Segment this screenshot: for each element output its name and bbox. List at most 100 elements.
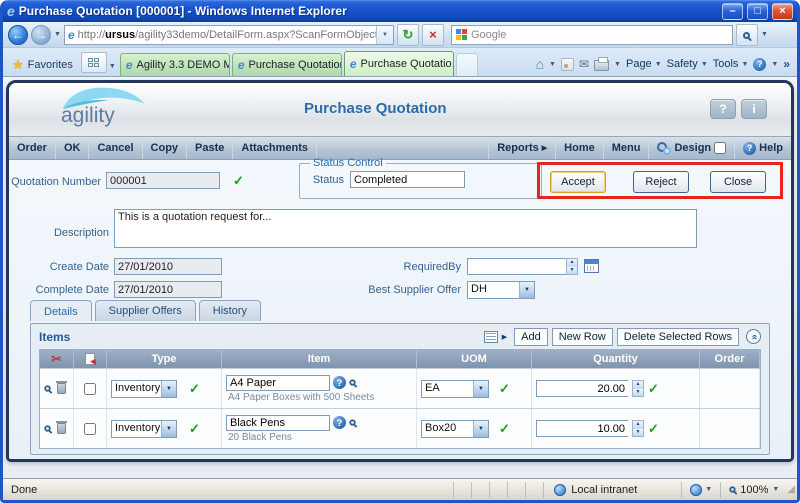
view-row-icon[interactable] bbox=[44, 385, 50, 391]
help-caret-icon[interactable]: ▼ bbox=[771, 61, 778, 68]
export-grid-icon[interactable] bbox=[484, 331, 498, 343]
delete-selected-rows-button[interactable]: Delete Selected Rows bbox=[617, 328, 739, 346]
menu-item-design[interactable]: Design bbox=[648, 137, 734, 159]
safety-menu[interactable]: Safety▼ bbox=[667, 58, 708, 70]
spin-down-icon[interactable]: ▼ bbox=[633, 429, 643, 437]
address-field[interactable]: e http://ursus/agility33demo/DetailForm.… bbox=[64, 25, 394, 45]
new-row-button[interactable]: New Row bbox=[552, 328, 613, 346]
best-supplier-offer-select[interactable]: DH ▼ bbox=[467, 281, 535, 299]
tab-details[interactable]: Details bbox=[30, 300, 92, 321]
close-button[interactable]: × bbox=[772, 3, 793, 20]
print-icon[interactable] bbox=[594, 60, 609, 71]
menu-item-order[interactable]: Order bbox=[9, 137, 56, 159]
zoom-control[interactable]: 100% ▼ bbox=[720, 482, 787, 498]
quick-tabs-button[interactable] bbox=[81, 52, 107, 73]
quantity-field[interactable] bbox=[536, 380, 628, 397]
history-caret-icon[interactable]: ▼ bbox=[54, 31, 61, 38]
create-date-field[interactable] bbox=[114, 258, 222, 275]
home-icon[interactable]: ⌂ bbox=[536, 58, 544, 70]
item-lookup-icon[interactable] bbox=[349, 379, 355, 385]
design-checkbox[interactable] bbox=[714, 142, 726, 154]
address-url[interactable]: http://ursus/agility33demo/DetailForm.as… bbox=[78, 29, 376, 41]
browser-tab-1[interactable]: e Agility 3.3 DEMO Mast... bbox=[120, 53, 230, 76]
combo-arrow-icon[interactable]: ▼ bbox=[161, 421, 176, 437]
tab-list-caret-icon[interactable]: ▼ bbox=[107, 63, 120, 76]
security-zone[interactable]: Local intranet bbox=[543, 482, 681, 498]
combo-arrow-icon[interactable]: ▼ bbox=[519, 282, 534, 298]
minimize-button[interactable]: – bbox=[722, 3, 743, 20]
item-help-icon[interactable]: ? bbox=[333, 416, 346, 429]
quotation-number-field[interactable] bbox=[106, 172, 220, 189]
search-button[interactable] bbox=[736, 24, 758, 46]
spin-down-icon[interactable]: ▼ bbox=[633, 389, 643, 397]
menu-item-reports[interactable]: Reports▶ bbox=[488, 137, 555, 159]
stop-button[interactable]: × bbox=[422, 24, 444, 46]
close-quotation-button[interactable]: Close bbox=[710, 171, 766, 193]
tools-menu[interactable]: Tools▼ bbox=[713, 58, 749, 70]
quantity-spinner[interactable]: ▲ ▼ bbox=[632, 420, 644, 437]
page-menu[interactable]: Page▼ bbox=[626, 58, 662, 70]
app-info-button[interactable]: i bbox=[741, 99, 767, 119]
menu-item-cancel[interactable]: Cancel bbox=[89, 137, 142, 159]
menu-item-ok[interactable]: OK bbox=[56, 137, 90, 159]
browser-tab-3-active[interactable]: e Purchase Quotatio... × bbox=[344, 51, 454, 76]
url-dropdown-button[interactable]: ▼ bbox=[376, 26, 393, 44]
quantity-field[interactable] bbox=[536, 420, 628, 437]
home-caret-icon[interactable]: ▼ bbox=[549, 61, 556, 68]
combo-arrow-icon[interactable]: ▼ bbox=[473, 421, 488, 437]
protected-mode-control[interactable]: ▼ bbox=[681, 482, 720, 498]
search-input[interactable]: Google bbox=[471, 29, 728, 41]
delete-row-icon[interactable] bbox=[57, 383, 66, 394]
delete-row-icon[interactable] bbox=[57, 423, 66, 434]
view-row-icon[interactable] bbox=[44, 425, 50, 431]
menu-item-menu[interactable]: Menu bbox=[603, 137, 649, 159]
combo-arrow-icon[interactable]: ▼ bbox=[473, 381, 488, 397]
add-button[interactable]: Add bbox=[514, 328, 548, 346]
rss-icon[interactable] bbox=[561, 58, 574, 71]
spin-up-icon[interactable]: ▲ bbox=[633, 421, 643, 429]
row-select-checkbox[interactable] bbox=[84, 423, 96, 435]
item-field[interactable] bbox=[226, 375, 330, 391]
favorites-button[interactable]: ★ Favorites bbox=[6, 59, 81, 76]
search-caret-icon[interactable]: ▼ bbox=[761, 31, 768, 38]
status-field[interactable] bbox=[350, 171, 465, 188]
menu-item-paste[interactable]: Paste bbox=[187, 137, 233, 159]
collapse-section-button[interactable]: « bbox=[746, 329, 761, 344]
quantity-spinner[interactable]: ▲ ▼ bbox=[632, 380, 644, 397]
menu-item-home[interactable]: Home bbox=[555, 137, 603, 159]
calendar-icon[interactable] bbox=[584, 259, 599, 273]
export-caret-icon[interactable]: ▶ bbox=[502, 333, 507, 341]
combo-arrow-icon[interactable]: ▼ bbox=[161, 381, 176, 397]
item-help-icon[interactable]: ? bbox=[333, 376, 346, 389]
print-caret-icon[interactable]: ▼ bbox=[614, 61, 621, 68]
forward-button[interactable]: → bbox=[31, 25, 51, 45]
uom-select[interactable]: EA ▼ bbox=[421, 380, 489, 398]
back-button[interactable]: ← bbox=[8, 25, 28, 45]
ie-help-icon[interactable]: ? bbox=[753, 58, 766, 71]
accept-button[interactable]: Accept bbox=[550, 171, 606, 193]
menu-item-copy[interactable]: Copy bbox=[143, 137, 188, 159]
description-field[interactable]: This is a quotation request for... bbox=[114, 209, 697, 248]
spin-up-icon[interactable]: ▲ bbox=[633, 381, 643, 389]
search-box[interactable]: Google bbox=[451, 25, 733, 45]
cut-column-icon[interactable]: ✂ bbox=[51, 352, 61, 366]
type-select[interactable]: Inventory ▼ bbox=[111, 420, 177, 438]
read-mail-icon[interactable]: ✉ bbox=[579, 59, 589, 69]
reject-button[interactable]: Reject bbox=[633, 171, 689, 193]
required-by-spinner[interactable]: ▲ ▼ bbox=[566, 258, 578, 275]
tab-history[interactable]: History bbox=[199, 300, 261, 321]
maximize-button[interactable]: □ bbox=[747, 3, 768, 20]
browser-tab-2[interactable]: e Purchase Quotations bbox=[232, 53, 342, 76]
menu-item-attachments[interactable]: Attachments bbox=[233, 137, 317, 159]
new-tab-button[interactable] bbox=[456, 53, 478, 76]
item-field[interactable] bbox=[226, 415, 330, 431]
spin-down-icon[interactable]: ▼ bbox=[567, 267, 577, 275]
app-help-button[interactable]: ? bbox=[710, 99, 736, 119]
tab-supplier-offers[interactable]: Supplier Offers bbox=[95, 300, 196, 321]
complete-date-field[interactable] bbox=[114, 281, 222, 298]
refresh-button[interactable]: ↻ bbox=[397, 24, 419, 46]
paste-column-icon[interactable] bbox=[85, 353, 95, 365]
uom-select[interactable]: Box20 ▼ bbox=[421, 420, 489, 438]
type-select[interactable]: Inventory ▼ bbox=[111, 380, 177, 398]
item-lookup-icon[interactable] bbox=[349, 419, 355, 425]
